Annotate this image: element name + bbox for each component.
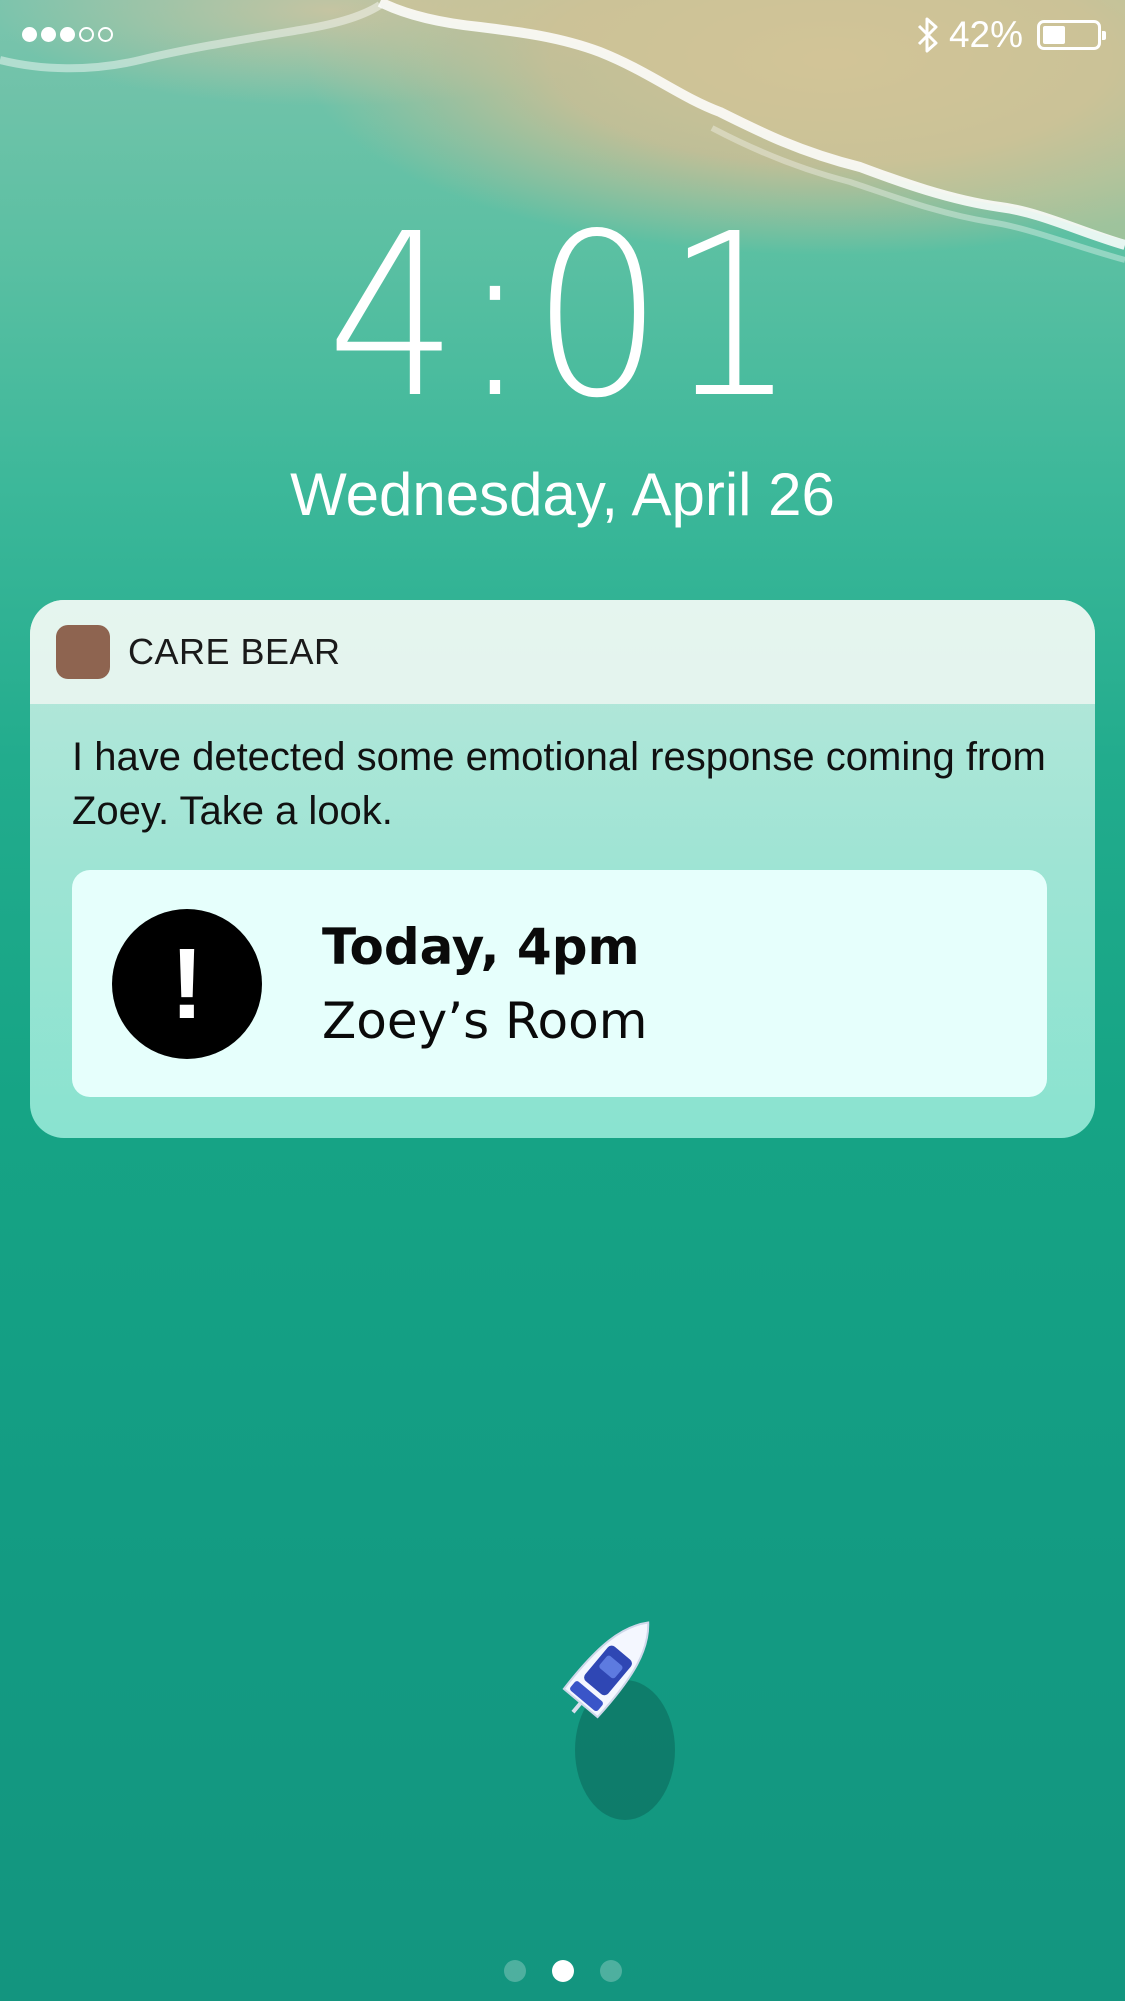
lock-screen-time: 4:01 (0, 205, 1125, 430)
signal-dot (60, 27, 75, 42)
signal-dot (79, 27, 94, 42)
event-time: Today, 4pm (322, 918, 640, 976)
status-right-group: 42% (917, 14, 1106, 56)
event-location: Zoey’s Room (322, 992, 648, 1050)
signal-dot (41, 27, 56, 42)
exclamation-icon: ! (112, 909, 262, 1059)
status-bar: 42% (0, 0, 1125, 70)
care-bear-app-icon (56, 625, 110, 679)
battery-fill (1043, 26, 1065, 44)
event-card[interactable]: ! Today, 4pm Zoey’s Room (72, 870, 1047, 1097)
page-dot (503, 1960, 526, 1982)
time-text: 4:01 (326, 186, 799, 448)
page-dot-active (551, 1960, 574, 1982)
page-indicator (0, 1960, 1125, 1982)
notification-message: I have detected some emotional response … (72, 735, 1046, 833)
signal-dot (22, 27, 37, 42)
bluetooth-icon (917, 17, 938, 53)
page-dot (599, 1960, 622, 1982)
signal-dot (98, 27, 113, 42)
notification-app-name: CARE BEAR (128, 631, 341, 672)
battery-icon (1037, 20, 1106, 50)
boat-image (562, 1621, 675, 1820)
signal-strength-indicator (22, 27, 113, 42)
notification-header: CARE BEAR (30, 600, 1095, 704)
notification-card[interactable]: CARE BEAR I have detected some emotional… (30, 600, 1095, 1138)
lock-screen-date: Wednesday, April 26 (290, 461, 835, 528)
battery-percent: 42% (948, 14, 1023, 55)
